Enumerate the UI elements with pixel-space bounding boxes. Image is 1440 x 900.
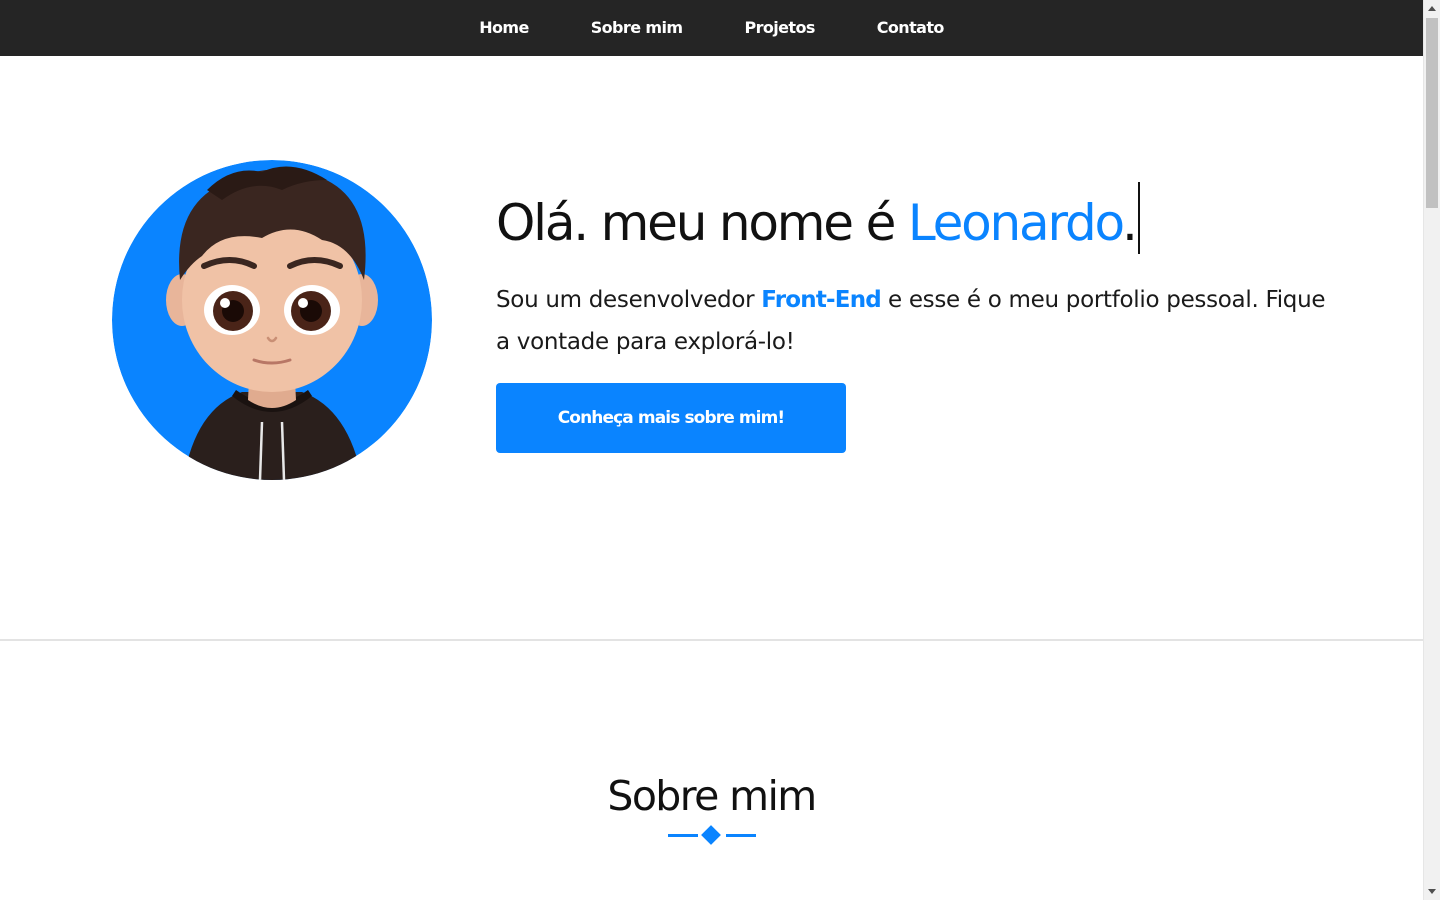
scroll-up-icon[interactable] bbox=[1428, 6, 1436, 11]
about-section-title: Sobre mim bbox=[607, 772, 817, 820]
hero-description: Sou um desenvolvedor Front-End e esse é … bbox=[496, 279, 1326, 363]
page: Home Sobre mim Projetos Contato Olá. meu… bbox=[0, 0, 1423, 900]
typing-cursor bbox=[1137, 182, 1140, 254]
nav-link-home[interactable]: Home bbox=[448, 0, 560, 56]
nav-links: Home Sobre mim Projetos Contato bbox=[0, 0, 1423, 56]
title-suffix: . bbox=[1122, 194, 1138, 252]
hero-name: Leonardo bbox=[907, 194, 1124, 252]
nav-link-sobre-mim[interactable]: Sobre mim bbox=[560, 0, 714, 56]
nav-link-contato[interactable]: Contato bbox=[846, 0, 975, 56]
scroll-down-icon[interactable] bbox=[1428, 889, 1436, 894]
avatar-illustration-icon bbox=[112, 160, 432, 480]
about-me-button[interactable]: Conheça mais sobre mim! bbox=[496, 383, 846, 453]
hero-section: Olá. meu nome é Leonardo. Sou um desenvo… bbox=[0, 56, 1423, 640]
title-ornament-icon bbox=[668, 825, 756, 845]
title-prefix: Olá. meu nome é bbox=[496, 194, 908, 252]
top-navbar: Home Sobre mim Projetos Contato bbox=[0, 0, 1423, 56]
page-scrollbar[interactable] bbox=[1423, 0, 1440, 900]
nav-link-projetos[interactable]: Projetos bbox=[713, 0, 845, 56]
avatar bbox=[112, 160, 432, 480]
description-start: Sou um desenvolvedor bbox=[496, 287, 762, 313]
scrollbar-thumb[interactable] bbox=[1426, 18, 1438, 208]
hero-title: Olá. meu nome é Leonardo. bbox=[496, 182, 1140, 263]
section-divider bbox=[0, 639, 1423, 641]
description-highlight: Front-End bbox=[761, 287, 881, 313]
